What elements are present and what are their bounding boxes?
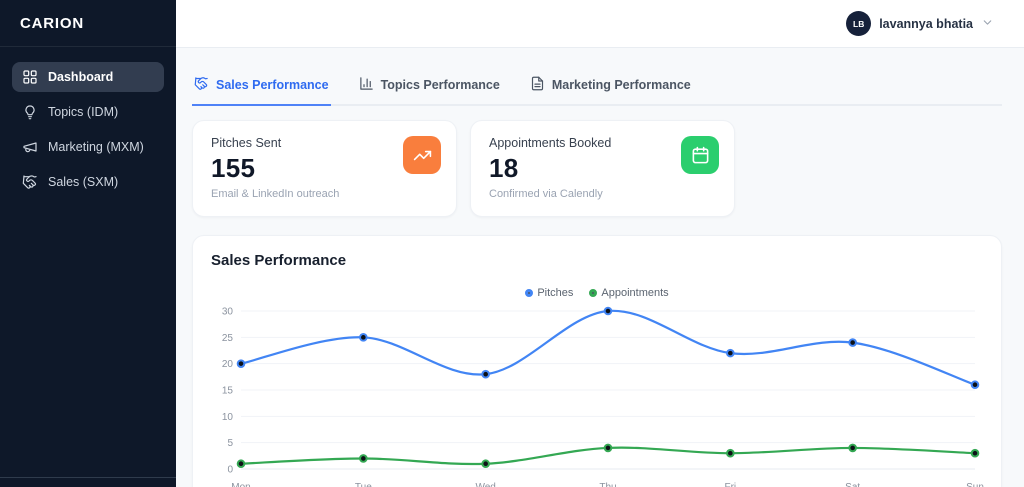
svg-text:5: 5 <box>227 438 233 449</box>
main-content: Sales Performance Topics Performance Mar… <box>176 48 1024 487</box>
stat-card-row: Pitches Sent 155 Email & LinkedIn outrea… <box>192 120 1002 217</box>
sidebar-item-topics[interactable]: Topics (IDM) <box>12 97 164 127</box>
stat-subtitle: Email & LinkedIn outreach <box>211 188 438 200</box>
sidebar-footer-divider <box>0 477 176 487</box>
svg-text:Sat: Sat <box>845 482 860 487</box>
chevron-down-icon <box>981 14 994 34</box>
svg-text:Mon: Mon <box>231 482 250 487</box>
trending-up-icon <box>403 136 441 174</box>
chart-title: Sales Performance <box>211 252 983 269</box>
sidebar-item-marketing[interactable]: Marketing (MXM) <box>12 132 164 162</box>
sidebar-item-label: Dashboard <box>48 70 113 84</box>
svg-text:15: 15 <box>222 386 234 397</box>
svg-text:30: 30 <box>222 307 234 318</box>
svg-text:10: 10 <box>222 412 234 423</box>
brand-logo-text: CARION <box>20 15 84 32</box>
topbar: LB lavannya bhatia <box>176 0 1024 48</box>
app-window: CARION Dashboard Topics (IDM) Marketing … <box>0 0 1024 487</box>
sales-performance-chart-card: Sales Performance Pitches Appointments 0… <box>192 235 1002 487</box>
sidebar-item-dashboard[interactable]: Dashboard <box>12 62 164 92</box>
legend-item-pitches[interactable]: Pitches <box>525 287 573 299</box>
sidebar-item-label: Topics (IDM) <box>48 105 118 119</box>
megaphone-icon <box>22 139 38 155</box>
chart-legend: Pitches Appointments <box>211 285 983 301</box>
legend-marker-pitches <box>525 289 533 297</box>
stat-subtitle: Confirmed via Calendly <box>489 188 716 200</box>
tab-bar: Sales Performance Topics Performance Mar… <box>192 70 1002 106</box>
svg-text:Fri: Fri <box>724 482 736 487</box>
tab-topics-performance[interactable]: Topics Performance <box>357 70 502 106</box>
sidebar-item-label: Sales (SXM) <box>48 175 118 189</box>
bar-chart-icon <box>359 76 374 94</box>
calendar-icon <box>681 136 719 174</box>
avatar: LB <box>846 11 871 36</box>
stat-card-pitches-sent: Pitches Sent 155 Email & LinkedIn outrea… <box>192 120 457 217</box>
handshake-icon <box>22 174 38 190</box>
tab-label: Marketing Performance <box>552 78 691 92</box>
svg-text:0: 0 <box>227 465 233 476</box>
sidebar-item-sales[interactable]: Sales (SXM) <box>12 167 164 197</box>
tab-sales-performance[interactable]: Sales Performance <box>192 70 331 106</box>
legend-label: Pitches <box>537 287 573 299</box>
svg-text:Sun: Sun <box>966 482 984 487</box>
user-name: lavannya bhatia <box>879 17 973 31</box>
tab-label: Topics Performance <box>381 78 500 92</box>
line-chart: 0 5 10 15 20 25 30 Mon Tue Wed Thu Fri Sat Sun <box>211 303 985 487</box>
user-menu[interactable]: LB lavannya bhatia <box>846 11 994 36</box>
document-icon <box>530 76 545 94</box>
dashboard-grid-icon <box>22 69 38 85</box>
svg-text:20: 20 <box>222 359 234 370</box>
tab-marketing-performance[interactable]: Marketing Performance <box>528 70 693 106</box>
svg-text:Thu: Thu <box>599 482 616 487</box>
stat-card-appointments-booked: Appointments Booked 18 Confirmed via Cal… <box>470 120 735 217</box>
svg-text:25: 25 <box>222 333 234 344</box>
sidebar-nav: Dashboard Topics (IDM) Marketing (MXM) S… <box>0 47 176 477</box>
legend-marker-appointments <box>589 289 597 297</box>
brand: CARION <box>0 0 176 47</box>
svg-text:Wed: Wed <box>475 482 495 487</box>
tab-label: Sales Performance <box>216 78 329 92</box>
legend-label: Appointments <box>601 287 668 299</box>
handshake-icon <box>194 76 209 94</box>
sidebar-item-label: Marketing (MXM) <box>48 140 144 154</box>
sidebar: CARION Dashboard Topics (IDM) Marketing … <box>0 0 176 487</box>
svg-text:Tue: Tue <box>355 482 372 487</box>
legend-item-appointments[interactable]: Appointments <box>589 287 668 299</box>
lightbulb-icon <box>22 104 38 120</box>
